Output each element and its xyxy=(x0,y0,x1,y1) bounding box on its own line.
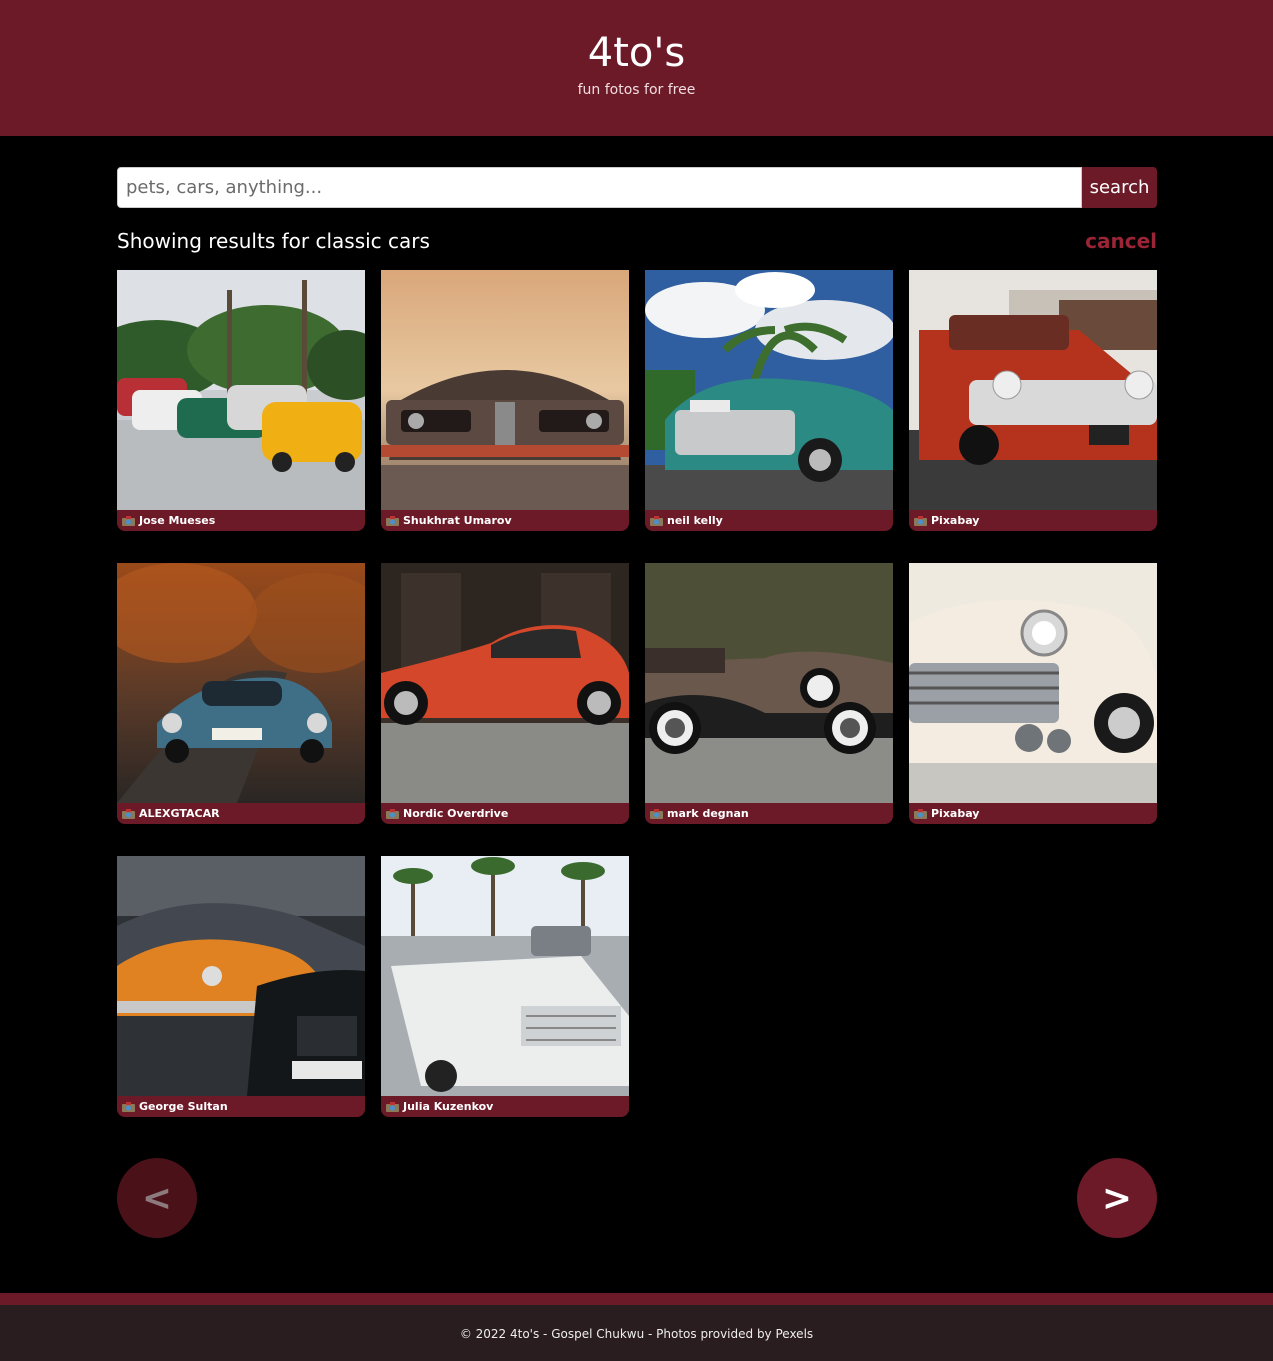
photographer-name: Pixabay xyxy=(931,514,980,527)
site-footer: © 2022 4to's - Gospel Chukwu - Photos pr… xyxy=(0,1305,1273,1361)
camera-icon xyxy=(386,1101,399,1112)
photo-image xyxy=(117,270,365,510)
photo-caption: mark degnan xyxy=(645,803,893,824)
camera-icon xyxy=(914,808,927,819)
photo-card[interactable]: George Sultan xyxy=(117,856,365,1117)
camera-icon xyxy=(122,1101,135,1112)
photo-card[interactable]: Nordic Overdrive xyxy=(381,563,629,824)
cancel-link[interactable]: cancel xyxy=(1085,229,1157,253)
photo-caption: George Sultan xyxy=(117,1096,365,1117)
photo-image xyxy=(909,270,1157,510)
search-input[interactable] xyxy=(117,167,1082,208)
photo-card[interactable]: neil kelly xyxy=(645,270,893,531)
next-page-button[interactable]: > xyxy=(1077,1158,1157,1238)
photographer-name: George Sultan xyxy=(139,1100,228,1113)
footer-text: © 2022 4to's - Gospel Chukwu - Photos pr… xyxy=(459,1327,814,1341)
photo-card[interactable]: Shukhrat Umarov xyxy=(381,270,629,531)
photographer-name: Shukhrat Umarov xyxy=(403,514,512,527)
photo-image xyxy=(381,563,629,803)
camera-icon xyxy=(650,515,663,526)
photo-caption: Pixabay xyxy=(909,803,1157,824)
photo-card[interactable]: Pixabay xyxy=(909,563,1157,824)
camera-icon xyxy=(386,808,399,819)
photo-image xyxy=(117,856,365,1096)
photo-card[interactable]: ALEXGTACAR xyxy=(117,563,365,824)
photographer-name: Pixabay xyxy=(931,807,980,820)
camera-icon xyxy=(650,808,663,819)
photo-caption: Jose Mueses xyxy=(117,510,365,531)
camera-icon xyxy=(122,808,135,819)
camera-icon xyxy=(122,515,135,526)
photo-image xyxy=(117,563,365,803)
photo-image xyxy=(645,563,893,803)
camera-icon xyxy=(914,515,927,526)
search-form: search xyxy=(117,167,1157,208)
previous-page-button[interactable]: < xyxy=(117,1158,197,1238)
photo-caption: Pixabay xyxy=(909,510,1157,531)
photo-caption: ALEXGTACAR xyxy=(117,803,365,824)
camera-icon xyxy=(386,515,399,526)
photo-caption: Julia Kuzenkov xyxy=(381,1096,629,1117)
photographer-name: mark degnan xyxy=(667,807,749,820)
photo-card[interactable]: Jose Mueses xyxy=(117,270,365,531)
footer-divider xyxy=(0,1293,1273,1305)
photo-image xyxy=(381,856,629,1096)
site-header: 4to's fun fotos for free xyxy=(0,0,1273,136)
photo-image xyxy=(909,563,1157,803)
results-heading: Showing results for classic cars xyxy=(117,229,430,253)
site-subtitle: fun fotos for free xyxy=(577,82,696,98)
search-button[interactable]: search xyxy=(1082,167,1157,208)
photo-card[interactable]: mark degnan xyxy=(645,563,893,824)
photographer-name: Nordic Overdrive xyxy=(403,807,509,820)
photographer-name: Jose Mueses xyxy=(139,514,216,527)
photographer-name: Julia Kuzenkov xyxy=(403,1100,494,1113)
photo-grid: Jose Mueses Shukhrat Umarov neil kelly P… xyxy=(117,270,1157,1117)
photo-card[interactable]: Pixabay xyxy=(909,270,1157,531)
photo-image xyxy=(381,270,629,510)
photographer-name: neil kelly xyxy=(667,514,723,527)
photographer-name: ALEXGTACAR xyxy=(139,807,220,820)
photo-image xyxy=(645,270,893,510)
site-title: 4to's xyxy=(587,30,686,76)
photo-caption: neil kelly xyxy=(645,510,893,531)
photo-caption: Shukhrat Umarov xyxy=(381,510,629,531)
photo-card[interactable]: Julia Kuzenkov xyxy=(381,856,629,1117)
photo-caption: Nordic Overdrive xyxy=(381,803,629,824)
